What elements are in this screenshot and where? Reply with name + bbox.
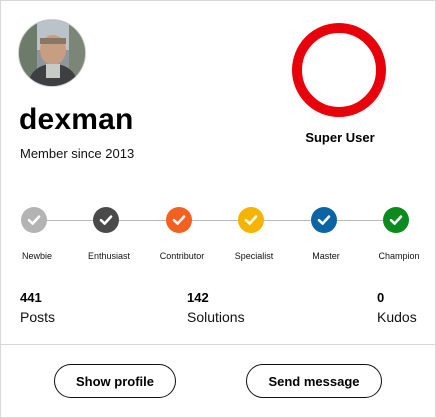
level-contributor xyxy=(166,207,192,233)
username: dexman xyxy=(19,103,134,136)
solutions-count: 142 xyxy=(187,290,209,305)
level-progress-track xyxy=(34,220,396,221)
kudos-count: 0 xyxy=(377,290,385,305)
rank-badge-ring xyxy=(292,23,386,117)
level-master xyxy=(311,207,337,233)
level-label-enthusiast: Enthusiast xyxy=(87,251,131,261)
posts-count: 441 xyxy=(20,290,42,305)
level-label-newbie: Newbie xyxy=(21,251,52,261)
member-since: Member since 2013 xyxy=(20,146,135,161)
check-icon xyxy=(172,215,186,225)
solutions-label: Solutions xyxy=(187,309,245,325)
kudos-label: Kudos xyxy=(377,309,417,325)
level-specialist xyxy=(238,207,264,233)
send-message-button[interactable]: Send message xyxy=(246,364,382,398)
level-label-champion: Champion xyxy=(378,251,420,261)
profile-card: dexman Member since 2013 Super User Newb… xyxy=(0,0,436,418)
level-newbie xyxy=(21,207,47,233)
check-icon xyxy=(99,215,113,225)
check-icon xyxy=(389,215,403,225)
level-label-master: Master xyxy=(312,251,340,261)
divider xyxy=(1,344,436,345)
avatar[interactable] xyxy=(18,19,86,87)
level-enthusiast xyxy=(93,207,119,233)
show-profile-button[interactable]: Show profile xyxy=(54,364,176,398)
rank-label: Super User xyxy=(305,130,375,145)
avatar-photo xyxy=(19,20,85,86)
check-icon xyxy=(244,215,258,225)
posts-label: Posts xyxy=(20,309,56,325)
level-label-contributor: Contributor xyxy=(159,251,205,261)
level-label-specialist: Specialist xyxy=(234,251,274,261)
check-icon xyxy=(27,215,41,225)
check-icon xyxy=(317,215,331,225)
level-champion xyxy=(383,207,409,233)
